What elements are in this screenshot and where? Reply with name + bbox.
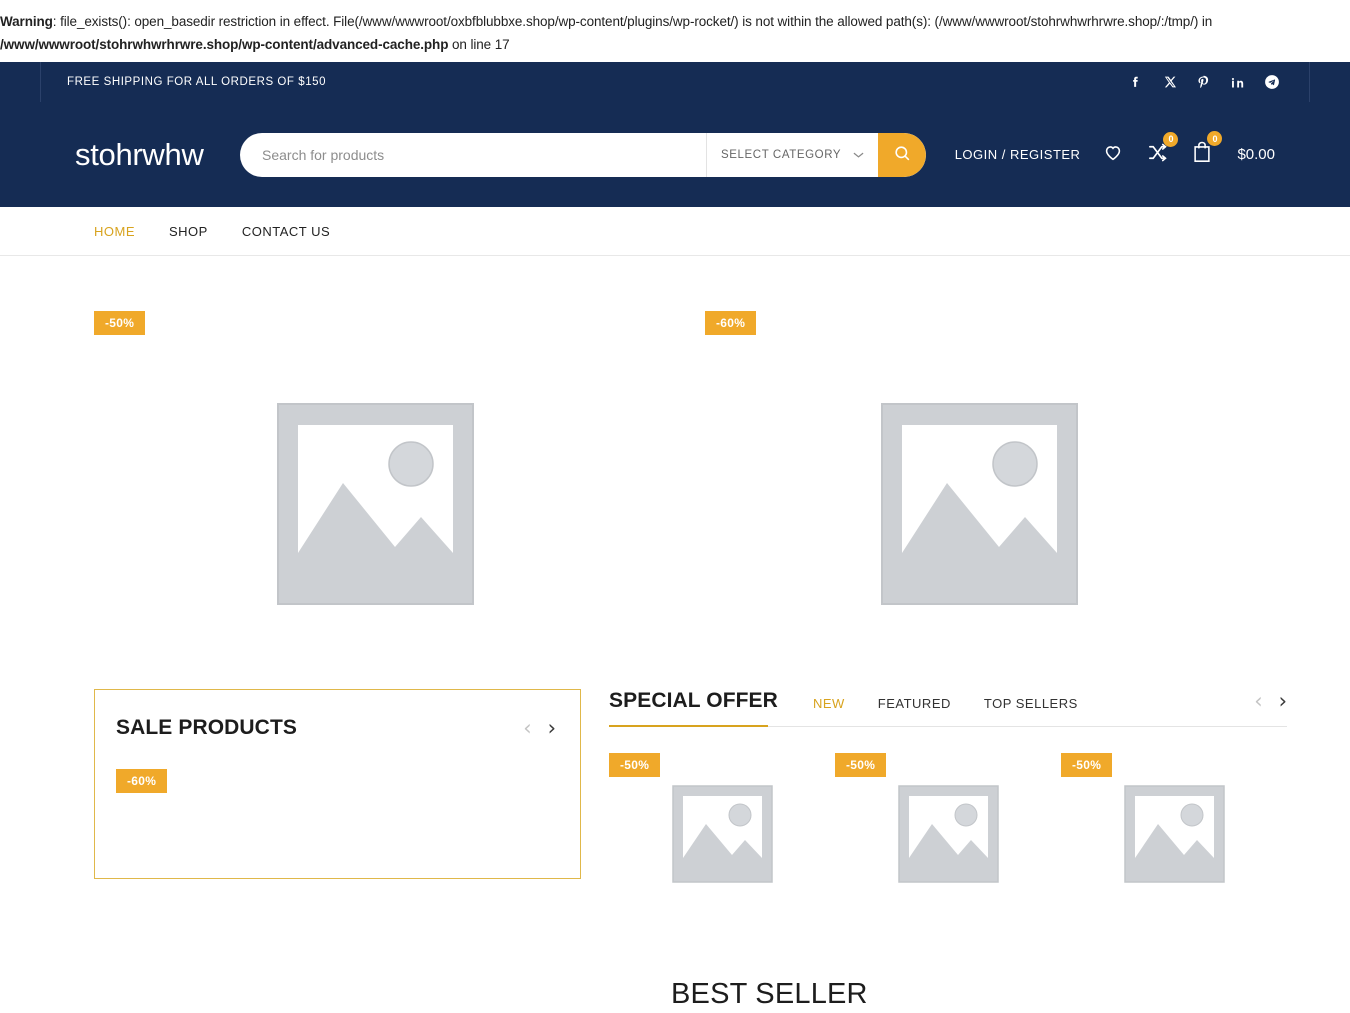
nav-item-shop[interactable]: SHOP bbox=[169, 224, 208, 239]
carousel-next-button[interactable]: › bbox=[1279, 691, 1287, 712]
category-select-label: SELECT CATEGORY bbox=[721, 149, 841, 161]
heart-icon bbox=[1102, 141, 1124, 168]
cart-button[interactable]: 0 bbox=[1191, 140, 1213, 169]
product-image-placeholder bbox=[670, 783, 775, 883]
x-twitter-icon[interactable] bbox=[1160, 73, 1179, 92]
php-warning-file: /www/wwwroot/stohrwhwrhrwre.shop/wp-cont… bbox=[0, 37, 448, 52]
php-warning-line: on line 17 bbox=[448, 37, 509, 52]
sale-products-title: SALE PRODUCTS bbox=[116, 716, 297, 740]
main-navigation: HOME SHOP CONTACT US bbox=[0, 207, 1350, 256]
special-product-card[interactable]: -50% bbox=[835, 753, 1061, 883]
login-register-link[interactable]: LOGIN / REGISTER bbox=[955, 147, 1081, 162]
linkedin-icon[interactable] bbox=[1228, 73, 1247, 92]
discount-badge: -50% bbox=[609, 753, 660, 777]
discount-badge: -50% bbox=[94, 311, 145, 335]
page-content: -50% -60% bbox=[75, 256, 1275, 883]
product-image-placeholder bbox=[273, 399, 478, 609]
php-warning-prefix: Warning bbox=[0, 14, 53, 29]
product-image-placeholder bbox=[877, 399, 1082, 609]
carousel-prev-button[interactable]: ‹ bbox=[523, 718, 531, 739]
tab-new[interactable]: NEW bbox=[813, 696, 845, 711]
special-offer-carousel-controls: ‹ › bbox=[1254, 691, 1287, 715]
tab-top-sellers[interactable]: TOP SELLERS bbox=[984, 696, 1078, 711]
nav-item-home[interactable]: HOME bbox=[94, 224, 135, 239]
hero-product-card-1[interactable]: -50% bbox=[75, 311, 675, 609]
carousel-next-button[interactable]: › bbox=[548, 718, 556, 739]
best-seller-heading: BEST SELLER bbox=[671, 978, 868, 1011]
wishlist-button[interactable] bbox=[1102, 141, 1124, 168]
sale-products-carousel-controls: ‹ › bbox=[523, 718, 556, 739]
top-announcement-bar: FREE SHIPPING FOR ALL ORDERS OF $150 bbox=[0, 62, 1350, 102]
php-warning-banner: Warning: file_exists(): open_basedir res… bbox=[0, 0, 1350, 62]
discount-badge: -50% bbox=[835, 753, 886, 777]
cart-count-badge: 0 bbox=[1207, 131, 1222, 146]
hero-product-row: -50% -60% bbox=[75, 256, 1275, 609]
lower-section: SALE PRODUCTS ‹ › -60% SPECIAL OFFER NEW… bbox=[75, 689, 1275, 883]
sale-products-widget: SALE PRODUCTS ‹ › -60% bbox=[94, 689, 581, 879]
telegram-icon[interactable] bbox=[1262, 73, 1281, 92]
special-offer-products: -50% -50% bbox=[609, 753, 1287, 883]
special-product-card[interactable]: -50% bbox=[1061, 753, 1287, 883]
product-image-placeholder bbox=[1122, 783, 1227, 883]
product-search-bar: SELECT CATEGORY bbox=[240, 133, 926, 177]
site-header: stohrwhw SELECT CATEGORY LOGIN / REGISTE… bbox=[0, 102, 1350, 207]
header-actions: LOGIN / REGISTER 0 0 $0.00 bbox=[955, 140, 1275, 169]
cart-total-amount[interactable]: $0.00 bbox=[1237, 146, 1275, 163]
discount-badge: -60% bbox=[705, 311, 756, 335]
product-image-placeholder bbox=[896, 783, 1001, 883]
special-product-card[interactable]: -50% bbox=[609, 753, 835, 883]
discount-badge: -60% bbox=[116, 769, 167, 793]
compare-count-badge: 0 bbox=[1163, 132, 1178, 147]
special-offer-tabs: NEW FEATURED TOP SELLERS bbox=[813, 696, 1078, 715]
facebook-icon[interactable] bbox=[1126, 73, 1145, 92]
search-submit-button[interactable] bbox=[878, 133, 926, 177]
site-logo[interactable]: stohrwhw bbox=[75, 137, 240, 173]
hero-product-card-2[interactable]: -60% bbox=[675, 311, 1275, 609]
pinterest-icon[interactable] bbox=[1194, 73, 1213, 92]
tab-featured[interactable]: FEATURED bbox=[878, 696, 951, 711]
carousel-prev-button[interactable]: ‹ bbox=[1254, 691, 1262, 712]
compare-button[interactable]: 0 bbox=[1146, 141, 1169, 169]
special-offer-widget: SPECIAL OFFER NEW FEATURED TOP SELLERS ‹… bbox=[609, 689, 1287, 883]
chevron-down-icon bbox=[853, 148, 864, 162]
active-tab-underline bbox=[609, 725, 768, 727]
special-offer-title: SPECIAL OFFER bbox=[609, 689, 778, 715]
social-links bbox=[1126, 73, 1309, 92]
php-warning-text: : file_exists(): open_basedir restrictio… bbox=[53, 14, 1212, 29]
nav-item-contact-us[interactable]: CONTACT US bbox=[242, 224, 330, 239]
discount-badge: -50% bbox=[1061, 753, 1112, 777]
free-shipping-message: FREE SHIPPING FOR ALL ORDERS OF $150 bbox=[67, 76, 326, 88]
search-icon bbox=[893, 144, 912, 166]
search-input[interactable] bbox=[240, 133, 706, 177]
category-select[interactable]: SELECT CATEGORY bbox=[706, 133, 878, 177]
